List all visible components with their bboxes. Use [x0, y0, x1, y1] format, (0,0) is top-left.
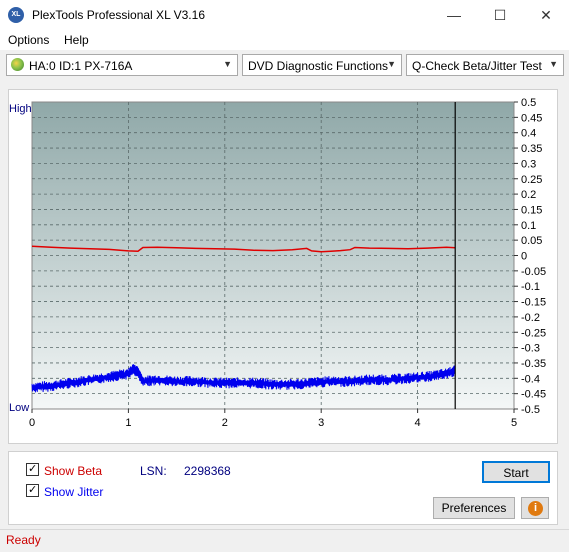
chevron-down-icon: ▼ — [387, 59, 396, 69]
function-select-value: DVD Diagnostic Functions — [248, 59, 389, 73]
checkmark-icon: ✓ — [28, 463, 38, 475]
lsn-value: 2298368 — [184, 464, 231, 478]
drive-select-value: HA:0 ID:1 PX-716A — [29, 59, 133, 73]
y-tick-label: 0.5 — [521, 97, 536, 109]
close-button[interactable]: ✕ — [523, 0, 569, 30]
y-tick-label: -0.4 — [521, 373, 540, 385]
high-label: High — [9, 103, 32, 115]
y-tick-label: 0.3 — [521, 158, 536, 170]
chevron-down-icon: ▼ — [223, 59, 232, 69]
y-tick-label: -0.1 — [521, 281, 540, 293]
status-bar: Ready — [0, 529, 569, 552]
low-label: Low — [9, 402, 29, 414]
y-tick-label: 0.05 — [521, 235, 542, 247]
title-bar: XL PlexTools Professional XL V3.16 — ☐ ✕ — [0, 0, 569, 30]
y-tick-label: 0.15 — [521, 204, 542, 216]
show-jitter-label[interactable]: Show Jitter — [44, 485, 103, 499]
app-logo-icon: XL — [8, 7, 24, 23]
window-title: PlexTools Professional XL V3.16 — [32, 8, 205, 22]
x-tick-label: 1 — [125, 417, 131, 429]
y-tick-label: -0.45 — [521, 389, 546, 401]
y-tick-label: 0.4 — [521, 128, 536, 140]
show-beta-checkbox[interactable]: ✓ — [26, 463, 39, 476]
control-panel: ✓ Show Beta ✓ Show Jitter LSN: 2298368 S… — [8, 451, 558, 525]
x-tick-label: 0 — [29, 417, 35, 429]
checkmark-icon: ✓ — [28, 484, 38, 496]
info-icon: i — [528, 501, 543, 516]
function-select[interactable]: DVD Diagnostic Functions ▼ — [242, 54, 402, 76]
y-tick-label: 0.2 — [521, 189, 536, 201]
y-tick-label: -0.05 — [521, 266, 546, 278]
status-text: Ready — [6, 533, 41, 547]
drive-select[interactable]: HA:0 ID:1 PX-716A ▼ — [6, 54, 238, 76]
y-tick-label: -0.35 — [521, 358, 546, 370]
maximize-button[interactable]: ☐ — [477, 0, 523, 30]
lsn-label: LSN: — [140, 464, 167, 478]
start-button[interactable]: Start — [482, 461, 550, 483]
y-tick-label: -0.25 — [521, 327, 546, 339]
show-jitter-checkbox[interactable]: ✓ — [26, 484, 39, 497]
y-tick-label: -0.5 — [521, 404, 540, 416]
y-tick-label: -0.15 — [521, 297, 546, 309]
y-tick-label: 0.1 — [521, 220, 536, 232]
x-tick-label: 4 — [415, 417, 421, 429]
menu-help[interactable]: Help — [64, 33, 89, 47]
x-tick-label: 3 — [318, 417, 324, 429]
menu-options[interactable]: Options — [8, 33, 49, 47]
preferences-button[interactable]: Preferences — [433, 497, 515, 519]
chart-frame: 0.5 0.45 0.4 0.35 0.3 0.25 0.2 0.15 0.1 0.05 0 -0.0… — [8, 89, 558, 444]
beta-jitter-chart: 0.5 0.45 0.4 0.35 0.3 0.25 0.2 0.15 0.1 0.05 0 -0.0… — [9, 97, 546, 429]
chevron-down-icon: ▼ — [549, 59, 558, 69]
show-beta-label[interactable]: Show Beta — [44, 464, 102, 478]
test-select-value: Q-Check Beta/Jitter Test — [412, 59, 542, 73]
info-button[interactable]: i — [521, 497, 549, 519]
y-tick-label: 0.25 — [521, 174, 542, 186]
disc-drive-icon — [11, 58, 24, 71]
y-tick-label: 0.35 — [521, 143, 542, 155]
y-tick-label: 0 — [521, 251, 527, 263]
y-tick-label: -0.2 — [521, 312, 540, 324]
test-select[interactable]: Q-Check Beta/Jitter Test ▼ — [406, 54, 564, 76]
minimize-button[interactable]: — — [431, 0, 477, 30]
menu-bar: Options Help — [0, 30, 569, 50]
y-tick-label: -0.3 — [521, 343, 540, 355]
x-tick-label: 2 — [222, 417, 228, 429]
x-tick-label: 5 — [511, 417, 517, 429]
y-tick-label: 0.45 — [521, 112, 542, 124]
